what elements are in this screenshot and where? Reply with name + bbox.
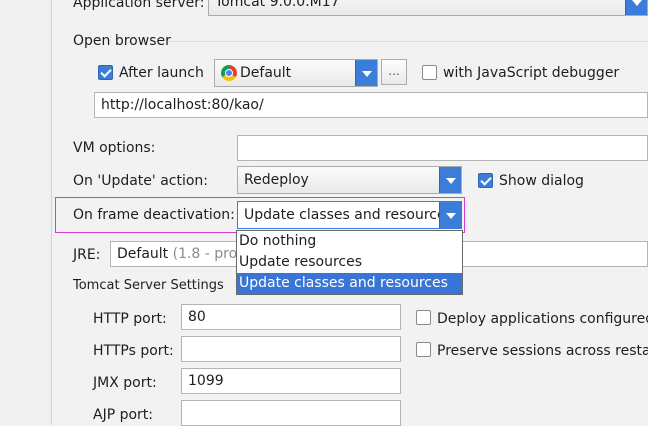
- on-update-value: Redeploy: [244, 172, 309, 188]
- chevron-down-icon[interactable]: [625, 0, 647, 15]
- after-launch-label: After launch: [119, 65, 204, 81]
- url-input[interactable]: http://localhost:80/kao/: [94, 92, 648, 118]
- https-port-input[interactable]: [181, 336, 401, 362]
- vm-options-input[interactable]: [237, 135, 648, 161]
- ajp-port-label: AJP port:: [93, 407, 154, 423]
- browser-value: Default: [240, 65, 292, 81]
- app-server-select[interactable]: Tomcat 9.0.0.M17: [208, 0, 648, 16]
- on-update-select[interactable]: Redeploy: [237, 166, 462, 194]
- deploy-apps-checkbox[interactable]: [416, 310, 431, 325]
- deploy-apps-label: Deploy applications configured: [437, 311, 648, 327]
- http-port-label: HTTP port:: [93, 311, 167, 327]
- left-panel-strip: [0, 0, 52, 425]
- jre-value-suffix: (1.8 - proj: [172, 246, 242, 262]
- tomcat-settings-section-label: Tomcat Server Settings: [73, 278, 224, 293]
- after-launch-checkbox[interactable]: [98, 65, 113, 80]
- ajp-port-input[interactable]: [181, 400, 401, 426]
- js-debugger-label: with JavaScript debugger: [443, 65, 620, 81]
- app-server-label: Application server:: [73, 0, 205, 11]
- on-frame-dropdown-list: Do nothing Update resources Update class…: [236, 230, 463, 295]
- preserve-sessions-label: Preserve sessions across restarts: [437, 343, 648, 359]
- on-frame-value: Update classes and resources: [244, 207, 453, 223]
- app-server-value: Tomcat 9.0.0.M17: [215, 0, 340, 10]
- jmx-port-input[interactable]: 1099: [181, 368, 401, 394]
- browse-button[interactable]: ...: [381, 59, 407, 85]
- show-dialog-checkbox[interactable]: [478, 173, 493, 188]
- dropdown-option-update-classes-and-resources[interactable]: Update classes and resources: [237, 273, 462, 294]
- https-port-label: HTTPs port:: [93, 343, 174, 359]
- chevron-down-icon[interactable]: [439, 202, 461, 228]
- browser-select[interactable]: Default: [214, 59, 378, 87]
- jre-label: JRE:: [73, 247, 101, 263]
- chevron-down-icon[interactable]: [439, 167, 461, 193]
- preserve-sessions-checkbox[interactable]: [416, 342, 431, 357]
- dropdown-option-update-resources[interactable]: Update resources: [237, 252, 462, 273]
- dropdown-option-do-nothing[interactable]: Do nothing: [237, 231, 462, 252]
- show-dialog-label: Show dialog: [499, 173, 584, 189]
- chrome-icon: [221, 65, 237, 81]
- http-port-input[interactable]: 80: [181, 304, 401, 330]
- vm-options-label: VM options:: [73, 140, 156, 156]
- section-divider: [168, 41, 648, 42]
- jre-value: Default: [117, 246, 169, 262]
- chevron-down-icon[interactable]: [355, 60, 377, 86]
- on-frame-label: On frame deactivation:: [73, 207, 235, 223]
- on-update-label: On 'Update' action:: [73, 173, 209, 189]
- open-browser-section-label: Open browser: [73, 33, 171, 49]
- on-frame-select[interactable]: Update classes and resources: [237, 201, 462, 229]
- jmx-port-label: JMX port:: [93, 375, 157, 391]
- js-debugger-checkbox[interactable]: [422, 65, 437, 80]
